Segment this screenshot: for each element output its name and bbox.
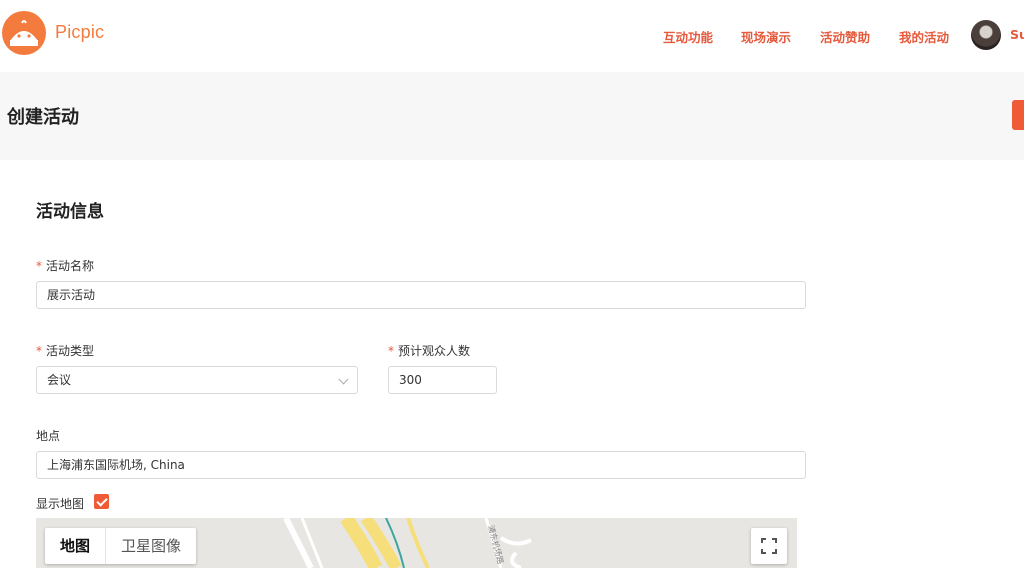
nav-interactive-features[interactable]: 互动功能 [663, 27, 713, 46]
required-mark: * [388, 344, 394, 358]
audience-input[interactable]: 300 [388, 366, 497, 394]
fullscreen-icon [761, 538, 777, 554]
event-type-value: 会议 [47, 373, 72, 387]
android-robot-icon[interactable] [2, 11, 46, 55]
top-navbar: Picpic 互动功能 现场演示 活动赞助 我的活动 Su [0, 0, 1024, 72]
map-type-satellite-button[interactable]: 卫星图像 [106, 528, 196, 564]
nav-live-demo[interactable]: 现场演示 [741, 27, 791, 46]
nav-sponsorship[interactable]: 活动赞助 [820, 27, 870, 46]
location-label: 地点 [36, 429, 61, 443]
header-action-button[interactable] [1012, 100, 1024, 130]
required-mark: * [36, 344, 42, 358]
event-type-select[interactable]: 会议 [36, 366, 358, 394]
section-title: 活动信息 [36, 202, 104, 222]
map-view[interactable]: 浦东机场路 地图 卫星图像 [36, 518, 797, 568]
nav-my-events[interactable]: 我的活动 [899, 27, 949, 46]
show-map-checkbox[interactable] [94, 494, 109, 509]
map-type-toggle: 地图 卫星图像 [45, 528, 197, 564]
location-input[interactable]: 上海浦东国际机场, China [36, 451, 806, 479]
user-name[interactable]: Su [1010, 27, 1024, 42]
brand-name[interactable]: Picpic [55, 22, 104, 43]
map-type-map-button[interactable]: 地图 [45, 528, 107, 564]
user-avatar[interactable] [971, 20, 1001, 50]
event-name-label: * 活动名称 [36, 259, 95, 273]
audience-label: * 预计观众人数 [388, 344, 471, 358]
chevron-down-icon [338, 374, 349, 385]
page-title: 创建活动 [7, 107, 79, 128]
fullscreen-button[interactable] [751, 528, 787, 564]
page-header: 创建活动 [0, 72, 1024, 160]
map-road-label: 浦东机场路 [486, 524, 506, 565]
event-type-label: * 活动类型 [36, 344, 95, 358]
show-map-label: 显示地图 [36, 497, 85, 511]
required-mark: * [36, 259, 42, 273]
event-name-input[interactable]: 展示活动 [36, 281, 806, 309]
